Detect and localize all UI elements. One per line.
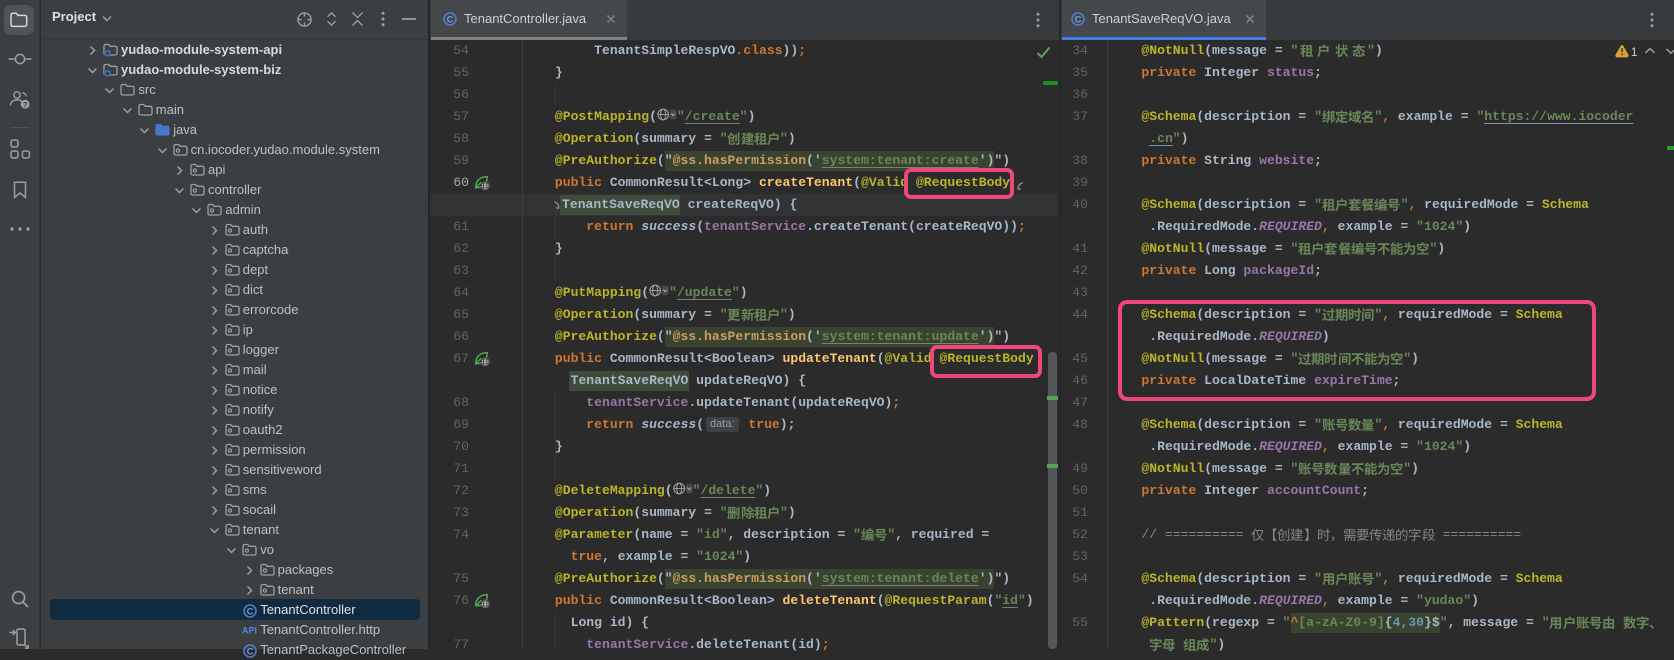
svg-text:?: ? bbox=[23, 100, 28, 109]
svg-text:API: API bbox=[242, 626, 257, 636]
svg-text:C: C bbox=[447, 15, 454, 26]
svg-text:C: C bbox=[1075, 15, 1082, 26]
svg-text:C: C bbox=[246, 646, 253, 657]
svg-text:1: 1 bbox=[1631, 47, 1637, 59]
svg-text:C: C bbox=[246, 606, 253, 617]
